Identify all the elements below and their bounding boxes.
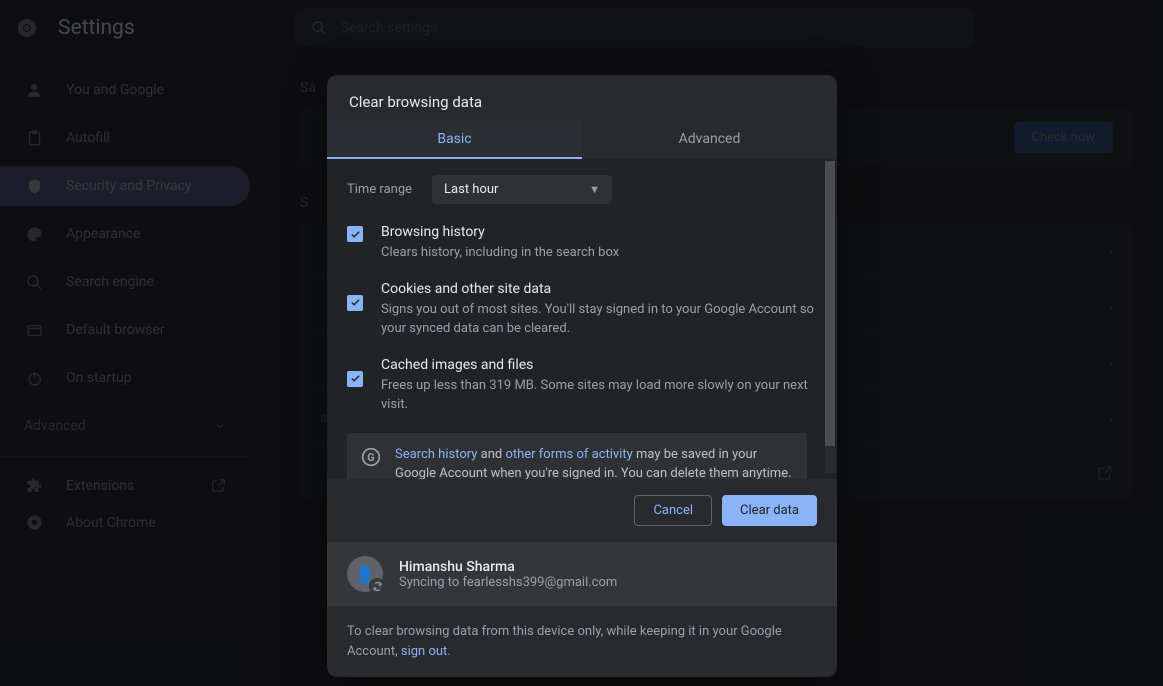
dialog-actions: Cancel Clear data — [327, 479, 837, 542]
checkbox-cookies[interactable] — [347, 295, 363, 311]
sign-out-link[interactable]: sign out — [401, 644, 447, 659]
svg-text:G: G — [367, 451, 374, 464]
google-info-box: G Search history and other forms of acti… — [347, 433, 807, 480]
time-range-label: Time range — [347, 182, 412, 197]
profile-name: Himanshu Sharma — [399, 559, 617, 575]
dialog-body: Time range Last hour ▼ Browsing history … — [327, 159, 837, 479]
google-icon: G — [361, 447, 381, 467]
checkbox-browsing-history[interactable] — [347, 226, 363, 242]
cancel-button[interactable]: Cancel — [634, 495, 712, 526]
option-desc: Frees up less than 319 MB. Some sites ma… — [381, 376, 817, 415]
clear-browsing-data-dialog: Clear browsing data Basic Advanced Time … — [327, 75, 837, 677]
option-title: Cached images and files — [381, 357, 817, 373]
tab-advanced[interactable]: Advanced — [582, 121, 837, 159]
time-range-row: Time range Last hour ▼ — [347, 175, 817, 204]
option-cached: Cached images and files Frees up less th… — [347, 357, 817, 415]
sync-badge-icon — [369, 578, 385, 594]
profile-band: 👤 Himanshu Sharma Syncing to fearlesshs3… — [327, 542, 837, 606]
dialog-title: Clear browsing data — [327, 75, 837, 121]
info-text: Search history and other forms of activi… — [395, 445, 793, 480]
link-other-activity[interactable]: other forms of activity — [505, 447, 632, 462]
scrollbar-thumb[interactable] — [825, 161, 835, 446]
time-range-value: Last hour — [444, 182, 498, 197]
time-range-select[interactable]: Last hour ▼ — [432, 175, 612, 204]
option-browsing-history: Browsing history Clears history, includi… — [347, 224, 817, 263]
clear-data-button[interactable]: Clear data — [722, 495, 817, 526]
dialog-tabs: Basic Advanced — [327, 121, 837, 159]
option-desc: Signs you out of most sites. You'll stay… — [381, 300, 817, 339]
avatar: 👤 — [347, 556, 383, 592]
scrollbar[interactable] — [825, 161, 835, 473]
profile-sync-text: Syncing to fearlesshs399@gmail.com — [399, 575, 617, 590]
option-title: Browsing history — [381, 224, 619, 240]
chevron-down-icon: ▼ — [589, 183, 600, 196]
checkbox-cached[interactable] — [347, 371, 363, 387]
dialog-footer-text: To clear browsing data from this device … — [327, 606, 837, 677]
option-desc: Clears history, including in the search … — [381, 243, 619, 263]
option-title: Cookies and other site data — [381, 281, 817, 297]
link-search-history[interactable]: Search history — [395, 447, 477, 462]
option-cookies: Cookies and other site data Signs you ou… — [347, 281, 817, 339]
tab-basic[interactable]: Basic — [327, 121, 582, 159]
